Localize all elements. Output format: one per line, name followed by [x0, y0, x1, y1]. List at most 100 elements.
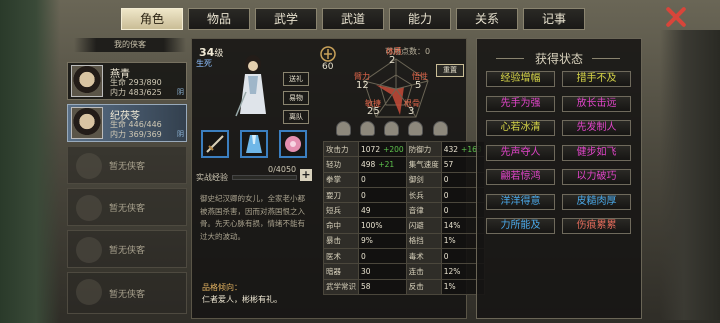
armor-slot[interactable]	[240, 130, 268, 158]
stat-label: 长兵	[405, 186, 442, 204]
empty-hero-slot[interactable]: 暂无侠客	[67, 230, 187, 268]
stat-value-text: 432	[443, 144, 459, 154]
status-buff-button[interactable]: 力所能及	[486, 218, 555, 234]
stat-row: 拳掌 0 御剑 0	[323, 171, 485, 188]
empty-avatar-placeholder	[76, 153, 102, 179]
stat-label: 医术	[323, 248, 359, 265]
empty-hero-slot[interactable]: 暂无侠客	[67, 146, 187, 184]
stat-label-text: 攻击力	[326, 144, 349, 154]
empty-equip-slot[interactable]	[384, 121, 399, 136]
tab-items[interactable]: 物品	[188, 8, 250, 30]
stat-row: 暗器 30 连击 12%	[323, 263, 485, 280]
stat-value-text: 0	[361, 175, 366, 185]
stat-label: 格挡	[405, 232, 442, 250]
stat-label: 连击	[405, 263, 442, 280]
stat-label: 命中	[323, 217, 359, 234]
hero-faction-badge: 阴	[177, 130, 184, 138]
empty-slot-label: 暂无侠客	[108, 289, 145, 300]
stat-value: 0	[358, 186, 407, 204]
empty-hero-slot[interactable]: 暂无侠客	[67, 272, 187, 314]
tab-journal[interactable]: 记事	[523, 8, 585, 30]
hero-mp: 内力 483/625	[110, 88, 162, 97]
gift-button[interactable]: 送礼	[283, 72, 309, 86]
stat-row: 武学常识 58 反击 1%	[323, 278, 485, 295]
stat-label: 反击	[405, 278, 442, 295]
trait-heading: 品格倾向：	[202, 283, 242, 292]
stat-row: 耍刀 0 长兵 0	[323, 186, 485, 204]
stat-label-text: 闪避	[408, 221, 424, 231]
empty-equip-slot[interactable]	[360, 121, 375, 136]
attr-value-constitution: 2	[389, 55, 396, 66]
stat-value: 49	[358, 202, 407, 219]
reset-points-button[interactable]: 重置	[436, 64, 464, 77]
status-buff-button[interactable]: 经验增幅	[486, 71, 555, 87]
stat-label: 集气速度	[405, 156, 442, 173]
coin-icon	[320, 46, 336, 62]
stat-label: 武学常识	[323, 278, 359, 295]
empty-equip-slot[interactable]	[408, 121, 423, 136]
stat-value: 9%	[358, 232, 407, 250]
stat-value-text: 0	[443, 251, 449, 261]
stat-label: 闪避	[405, 217, 442, 234]
attr-value-bone: 3	[408, 106, 415, 117]
status-buff-button[interactable]: 翩若惊鸿	[486, 169, 555, 185]
tab-relations[interactable]: 关系	[456, 8, 518, 30]
close-icon[interactable]	[664, 5, 688, 29]
tab-martial-arts[interactable]: 武学	[255, 8, 317, 30]
stat-value: 58	[358, 278, 407, 295]
stat-value-text: 0	[361, 251, 366, 261]
status-buff-button[interactable]: 放长击远	[562, 95, 631, 112]
stat-value: 0	[358, 171, 407, 188]
stat-label: 短兵	[323, 202, 359, 219]
stat-label-text: 格挡	[408, 236, 424, 246]
stat-label: 拳掌	[323, 171, 359, 188]
stat-label-text: 医术	[326, 251, 341, 261]
tab-character[interactable]: 角色	[121, 8, 183, 30]
stat-label-text: 连击	[408, 267, 424, 277]
status-buff-button[interactable]: 洋洋得意	[486, 193, 555, 210]
empty-avatar-placeholder	[76, 237, 102, 263]
empty-slot-label: 暂无侠客	[108, 203, 145, 214]
trade-button[interactable]: 易物	[283, 91, 309, 105]
accessory-slot[interactable]	[279, 130, 307, 158]
status-buff-button[interactable]: 心若冰清	[486, 120, 555, 136]
status-buff-button[interactable]: 先发制人	[562, 120, 631, 136]
sword-icon	[206, 135, 224, 153]
hero-avatar	[71, 107, 103, 139]
weapon-slot[interactable]	[201, 130, 229, 158]
status-buff-button[interactable]: 皮糙肉厚	[562, 193, 631, 210]
empty-hero-slot[interactable]: 暂无侠客	[67, 188, 187, 226]
robe-icon	[246, 135, 262, 153]
stat-label: 防御力	[405, 140, 442, 158]
empty-equip-slot[interactable]	[433, 121, 448, 136]
stat-label-text: 反击	[408, 282, 424, 292]
stat-value: 0	[358, 248, 407, 265]
status-buff-button[interactable]: 健步如飞	[562, 144, 631, 161]
stat-label: 轻功	[323, 156, 359, 173]
empty-slot-label: 暂无侠客	[108, 161, 145, 172]
hero-card-yanqing[interactable]: 燕青 生命 293/890 内力 483/625 阴	[67, 62, 187, 100]
stat-row: 攻击力 1072 +200 防御力 432 +163	[323, 140, 485, 158]
status-buff-button[interactable]: 伤痕累累	[562, 218, 631, 234]
stat-label-text: 命中	[326, 221, 341, 231]
tab-abilities[interactable]: 能力	[389, 8, 451, 30]
empty-avatar-placeholder	[76, 279, 102, 305]
stat-value-text: 1072	[361, 144, 381, 154]
stat-label-text: 武学常识	[326, 282, 356, 292]
tab-martial-way[interactable]: 武道	[322, 8, 384, 30]
stat-bonus: +200	[383, 144, 404, 154]
add-xp-button[interactable]: +	[300, 169, 312, 181]
stat-value-text: 30	[361, 267, 371, 277]
hero-card-jifuling[interactable]: 纪茯苓 生命 446/446 内力 369/369 阴	[67, 104, 187, 142]
status-buff-button[interactable]: 先声夺人	[486, 144, 555, 161]
status-buff-button[interactable]: 措手不及	[562, 71, 631, 87]
stat-label: 攻击力	[323, 140, 359, 158]
leave-party-button[interactable]: 离队	[283, 110, 309, 124]
status-buff-button[interactable]: 先手为强	[486, 95, 555, 112]
stat-label-text: 音律	[408, 205, 424, 215]
status-buff-button[interactable]: 以力破巧	[562, 169, 631, 185]
stat-row: 暴击 9% 格挡 1%	[323, 232, 485, 250]
stat-value: 100%	[358, 217, 407, 234]
empty-equip-slot[interactable]	[336, 121, 351, 136]
stat-value-text: 0	[443, 175, 449, 185]
